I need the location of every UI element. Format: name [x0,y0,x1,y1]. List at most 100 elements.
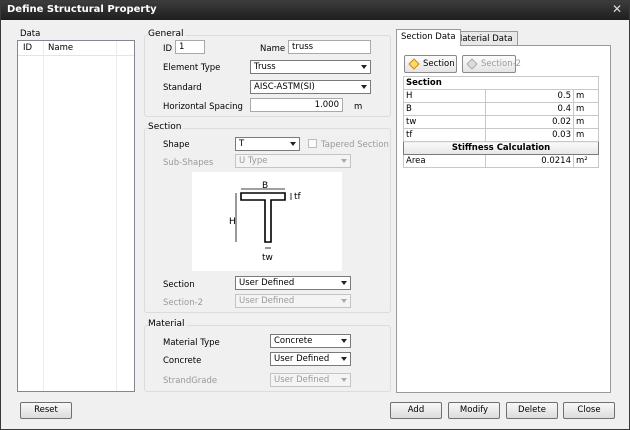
close-button[interactable]: Close [563,402,615,419]
property-value-tf[interactable]: 0.03 [485,128,574,142]
section-group-title: Section [148,122,184,132]
material-group-title: Material [148,319,187,329]
close-window-icon[interactable]: ✕ [609,2,625,17]
strand-grade-label: StrandGrade [163,376,218,386]
tapered-section-label: Tapered Section [321,140,389,150]
element-type-value: Truss [254,62,276,72]
chevron-down-icon [341,281,347,285]
horizontal-spacing-field[interactable]: 1.000 [250,98,343,112]
property-name-area: Area [403,154,486,168]
shape-value: T [239,139,245,149]
property-name-h: H [403,89,486,103]
t-section-drawing: B tf H tw [229,181,302,263]
property-name-b: B [403,102,486,116]
dim-label-h: H [229,217,236,227]
column-header-id[interactable]: ID [23,43,32,53]
table-row: tw 0.02 m [403,115,599,129]
section-shape-diagram: B tf H tw [192,172,342,271]
tab-section-data[interactable]: Section Data [396,29,461,46]
property-unit-area: m² [573,154,599,168]
strand-grade-dropdown[interactable]: User Defined [270,373,351,387]
property-unit-h: m [573,89,599,103]
shape-dropdown[interactable]: T [235,137,300,151]
chevron-down-icon [341,357,347,361]
modify-button[interactable]: Modify [448,402,500,419]
column-header-name[interactable]: Name [48,43,73,53]
chevron-down-icon [341,299,347,303]
section-dropdown[interactable]: User Defined [235,276,351,290]
section-table-header: Section [403,76,599,90]
id-field[interactable]: 1 [175,40,205,54]
table-row: B 0.4 m [403,102,599,116]
property-value-area: 0.0214 [485,154,574,168]
table-row: Area 0.0214 m² [403,154,599,168]
t-section-outline [240,192,286,243]
data-list[interactable]: ID Name [17,40,135,392]
property-unit-b: m [573,102,599,116]
section-2-dropdown[interactable]: User Defined [235,294,351,308]
property-value-tw[interactable]: 0.02 [485,115,574,129]
name-field[interactable]: truss [288,40,371,54]
table-row: H 0.5 m [403,89,599,103]
section-2-label: Section-2 [163,298,204,308]
reset-button[interactable]: Reset [20,402,72,419]
diamond-icon [408,58,420,70]
chevron-down-icon [361,65,367,69]
dim-label-b: B [262,181,268,191]
sub-shapes-dropdown[interactable]: U Type [235,154,351,168]
sub-shapes-value: U Type [239,156,268,166]
property-name-tf: tf [403,128,486,142]
shape-label: Shape [163,140,190,150]
add-button[interactable]: Add [390,402,442,419]
dim-label-tf: tf [294,192,302,202]
standard-value: AISC-ASTM(SI) [254,82,315,92]
horizontal-spacing-unit: m [354,102,363,112]
window-title: Define Structural Property [7,4,157,15]
section-2-toggle-label: Section-2 [481,59,522,69]
column-divider [43,41,44,391]
property-unit-tf: m [573,128,599,142]
section-label: Section [163,280,195,290]
chevron-down-icon [341,159,347,163]
horizontal-spacing-label: Horizontal Spacing [163,102,243,112]
section-value: User Defined [239,278,295,288]
dim-label-tw: tw [262,253,273,263]
concrete-dropdown[interactable]: User Defined [270,352,351,366]
chevron-down-icon [341,378,347,382]
general-group-title: General [148,29,186,39]
delete-button[interactable]: Delete [506,402,558,419]
column-divider [116,41,117,391]
table-row: tf 0.03 m [403,128,599,142]
standard-dropdown[interactable]: AISC-ASTM(SI) [250,80,371,94]
stiffness-calculation-header[interactable]: Stiffness Calculation [403,141,599,155]
property-value-h[interactable]: 0.5 [485,89,574,103]
sub-shapes-label: Sub-Shapes [163,158,214,168]
section-properties-table: Section H 0.5 m B 0.4 m tw 0.02 m tf 0.0… [403,76,599,168]
section-toggle-button[interactable]: Section [404,55,457,73]
concrete-value: User Defined [274,354,330,364]
property-name-tw: tw [403,115,486,129]
material-type-dropdown[interactable]: Concrete [270,334,351,348]
property-unit-tw: m [573,115,599,129]
tapered-section-checkbox[interactable] [308,139,317,148]
data-panel-title: Data [20,29,41,39]
id-label: ID [163,44,173,54]
element-type-dropdown[interactable]: Truss [250,60,371,74]
chevron-down-icon [290,142,296,146]
material-type-value: Concrete [274,336,313,346]
element-type-label: Element Type [163,63,221,73]
material-type-label: Material Type [163,338,220,348]
diamond-icon [466,58,478,70]
define-structural-property-dialog: Define Structural Property ✕ Data ID Nam… [0,0,630,430]
standard-label: Standard [163,83,202,93]
chevron-down-icon [341,339,347,343]
section-2-toggle-button[interactable]: Section-2 [462,55,521,73]
strand-grade-value: User Defined [274,375,330,385]
chevron-down-icon [361,85,367,89]
name-label: Name [260,44,286,54]
concrete-label: Concrete [163,356,202,366]
section-toggle-label: Section [423,59,455,69]
section-2-value: User Defined [239,296,295,306]
property-value-b[interactable]: 0.4 [485,102,574,116]
title-bar[interactable]: Define Structural Property ✕ [1,1,629,20]
